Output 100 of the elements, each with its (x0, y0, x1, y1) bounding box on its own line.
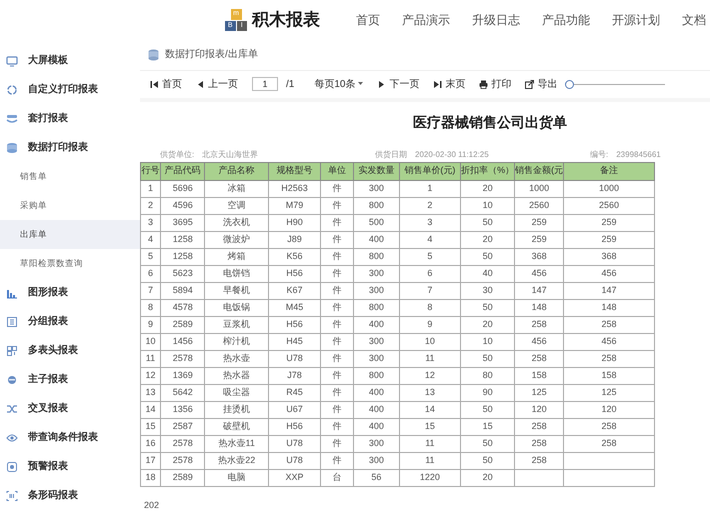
table-cell: 5623 (160, 265, 205, 282)
table-cell: 400 (354, 231, 400, 248)
print-button[interactable]: 打印 (479, 76, 512, 92)
table-cell: 456 (564, 265, 654, 282)
table-cell: 件 (320, 248, 354, 265)
sidebar-item[interactable]: 交叉报表 (28, 401, 68, 416)
table-cell: H56 (268, 316, 321, 333)
table-cell: 电脑 (204, 469, 268, 486)
breadcrumb: 数据打印报表/出库单 (165, 48, 258, 62)
page-total: /1 (286, 78, 294, 92)
table-cell: 50 (460, 401, 515, 418)
table-cell: K56 (268, 248, 321, 265)
table-cell: 300 (354, 452, 400, 469)
circle-icon (6, 374, 18, 386)
table-cell: 125 (564, 384, 654, 401)
table-cell: H90 (268, 214, 321, 231)
table-cell: 10 (140, 333, 160, 350)
submenu-item[interactable]: 出库单 (0, 220, 140, 249)
table-cell: 300 (354, 333, 400, 350)
table-cell: 50 (460, 435, 515, 452)
table-cell: 258 (514, 435, 564, 452)
table-cell: J89 (268, 231, 321, 248)
table-cell: 件 (320, 333, 354, 350)
table-cell: 件 (320, 180, 354, 197)
table-cell: 3 (399, 214, 461, 231)
submenu-item[interactable]: 销售单 (0, 162, 140, 191)
table-cell: 9 (399, 316, 461, 333)
sidebar-item[interactable]: 预警报表 (28, 459, 68, 474)
table-cell: 15 (460, 418, 515, 435)
table-cell: 258 (564, 418, 654, 435)
table-cell: 7 (399, 282, 461, 299)
sidebar-item[interactable]: 大屏模板 (28, 53, 68, 68)
table-cell: 1456 (160, 333, 205, 350)
table-cell: 热水器 (204, 367, 268, 384)
nav-link[interactable]: 升级日志 (472, 11, 520, 29)
sidebar-item[interactable]: 数据打印报表 (28, 140, 88, 155)
sidebar-item[interactable]: 多表头报表 (28, 343, 78, 358)
table-cell: 3 (140, 214, 160, 231)
sidebar-item[interactable]: 主子报表 (28, 372, 68, 387)
first-page-icon (150, 80, 159, 89)
sidebar-item[interactable]: 条形码报表 (28, 488, 78, 503)
table-cell: 件 (320, 418, 354, 435)
nav-link[interactable]: 产品演示 (402, 11, 450, 29)
table-cell: 件 (320, 265, 354, 282)
table-cell: 50 (460, 452, 515, 469)
table-cell: 456 (514, 333, 564, 350)
table-cell: 1000 (514, 180, 564, 197)
first-page-button[interactable]: 首页 (150, 76, 182, 92)
table-cell: 16 (140, 435, 160, 452)
table-cell: 4 (399, 231, 461, 248)
table-cell: 50 (460, 248, 515, 265)
grid-icon (6, 344, 18, 356)
table-cell: 158 (564, 367, 654, 384)
table-cell: 12 (140, 367, 160, 384)
column-header: 备注 (564, 162, 654, 180)
table-cell: 56 (354, 469, 400, 486)
sidebar-item[interactable]: 带查询条件报表 (28, 430, 98, 445)
table-cell: 259 (514, 214, 564, 231)
table-cell: 90 (460, 384, 515, 401)
table-cell: 热水壶 (204, 350, 268, 367)
sidebar-item[interactable]: 套打报表 (28, 111, 68, 126)
table-cell: 120 (514, 401, 564, 418)
table-cell: U67 (268, 401, 321, 418)
table-cell: 400 (354, 384, 400, 401)
table-cell: 件 (320, 384, 354, 401)
table-cell: 368 (514, 248, 564, 265)
table-cell: 件 (320, 197, 354, 214)
table-cell: 挂烫机 (204, 401, 268, 418)
table-cell: 3695 (160, 214, 205, 231)
slider-thumb[interactable] (565, 80, 574, 89)
previous-page-button[interactable]: 上一页 (196, 76, 238, 92)
submenu-item[interactable]: 草阳检票数查询 (0, 249, 140, 278)
table-cell: 2589 (160, 316, 205, 333)
table-cell: 400 (354, 418, 400, 435)
table-cell: 2589 (160, 469, 205, 486)
table-cell: 8 (399, 299, 461, 316)
sidebar-item[interactable]: 自定义打印报表 (28, 82, 98, 97)
nav-link[interactable]: 开源计划 (612, 11, 660, 29)
nav-link[interactable]: 产品功能 (542, 11, 590, 29)
page-input[interactable]: 1 (252, 77, 278, 92)
table-cell: 20 (460, 180, 515, 197)
sidebar-item[interactable]: 分组报表 (28, 314, 68, 329)
nav-link[interactable]: 首页 (356, 11, 380, 29)
table-cell: 1258 (160, 248, 205, 265)
sidebar-item[interactable]: 图形报表 (28, 285, 68, 300)
submenu-item[interactable]: 采购单 (0, 191, 140, 220)
table-cell: 258 (514, 316, 564, 333)
nav-link[interactable]: 文档 (682, 11, 706, 29)
last-page-button[interactable]: 末页 (433, 76, 466, 92)
next-page-button[interactable]: 下一页 (377, 76, 420, 92)
ring-icon (6, 84, 18, 96)
table-cell: H45 (268, 333, 321, 350)
table-cell: 120 (564, 401, 654, 418)
table-cell: 豆浆机 (204, 316, 268, 333)
table-cell: 5642 (160, 384, 205, 401)
table-cell: 件 (320, 299, 354, 316)
table-cell: 烤箱 (204, 248, 268, 265)
export-button[interactable]: 导出 (525, 76, 558, 92)
info-value: 2020-02-30 11:12:25 (415, 148, 489, 160)
page-size-dropdown[interactable]: 每页10条 (314, 76, 364, 92)
